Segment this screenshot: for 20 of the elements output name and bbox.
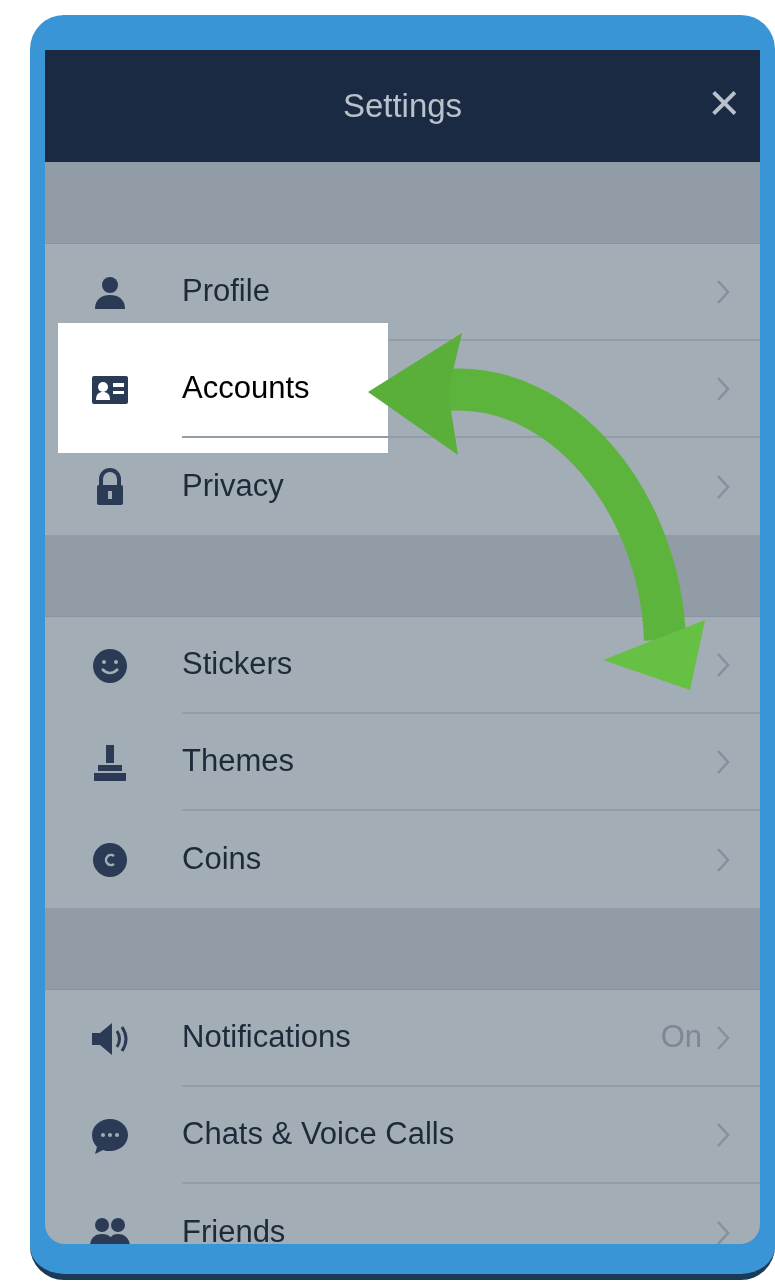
chevron-icon: [716, 846, 730, 873]
menu-item-label[interactable]: Stickers: [182, 641, 716, 688]
close-button[interactable]: ×: [708, 75, 740, 129]
menu-item-label[interactable]: Notifications: [182, 1014, 661, 1061]
chevron-icon: [716, 1024, 730, 1051]
menu-item-label[interactable]: Coins: [182, 836, 716, 883]
chevron-icon: [716, 278, 730, 305]
menu-item-label[interactable]: Friends: [182, 1209, 716, 1244]
menu-item-label[interactable]: Chats & Voice Calls: [182, 1111, 716, 1158]
chevron-icon: [716, 375, 730, 402]
chevron-icon: [716, 1121, 730, 1148]
chevron-icon: [716, 748, 730, 775]
chevron-icon: [716, 473, 730, 500]
chevron-icon: [716, 651, 730, 678]
window-title: Settings: [342, 86, 463, 127]
menu-item-label[interactable]: Accounts: [182, 365, 716, 412]
menu-item-label[interactable]: Themes: [182, 738, 716, 785]
chevron-icon: [716, 1219, 730, 1244]
menu-item-label[interactable]: Privacy: [182, 463, 716, 510]
menu-item-label[interactable]: Profile: [182, 268, 716, 315]
